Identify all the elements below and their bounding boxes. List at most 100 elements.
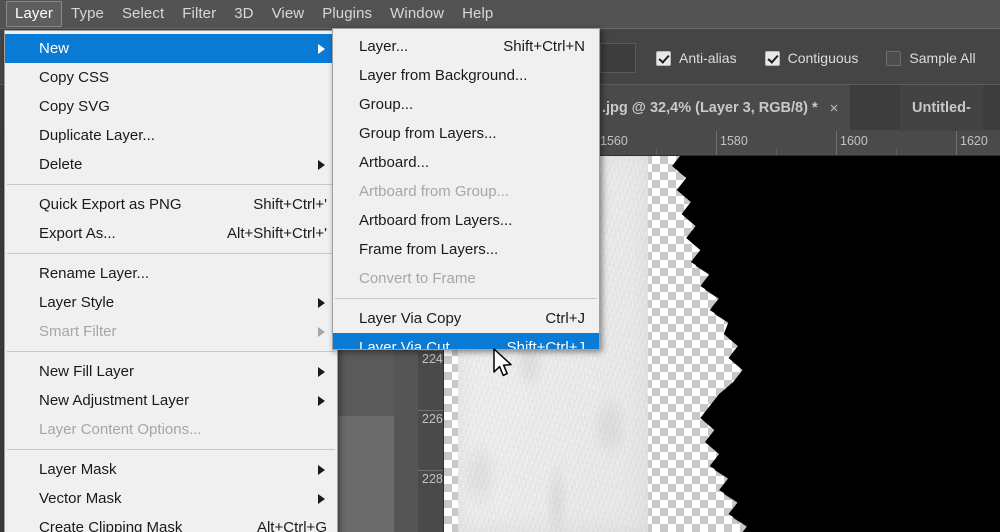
menu-item-artboard-from-layers[interactable]: Artboard from Layers... [333,206,599,235]
menu-item-duplicate-layer[interactable]: Duplicate Layer... [5,121,337,150]
ruler-h-tick-label: 1600 [840,134,868,148]
menu-item-label: Convert to Frame [359,270,476,287]
menu-item-label: Layer... [359,38,409,55]
menu-separator [335,298,597,299]
menu-item-convert-to-frame: Convert to Frame [333,264,599,293]
menu-item-vector-mask[interactable]: Vector Mask [5,484,337,513]
menu-item-label: Layer Via Copy [359,310,462,327]
left-panel-lower [332,416,394,532]
color-swatch[interactable] [600,43,636,73]
menu-item-label: Layer Mask [39,461,117,478]
submenu-arrow-icon [318,366,325,377]
document-tab-active[interactable]: .jpg @ 32,4% (Layer 3, RGB/8) * × [590,85,851,131]
menu-item-shortcut: Alt+Shift+Ctrl+' [227,225,327,242]
menu-item-label: Frame from Layers... [359,241,499,258]
menu-separator [7,253,335,254]
menu-item-label: Layer from Background... [359,67,528,84]
submenu-arrow-icon [318,43,325,54]
menu-item-label: New Fill Layer [39,363,135,380]
menu-item-label: Rename Layer... [39,265,150,282]
checkbox-anti-alias-icon[interactable] [656,50,671,66]
menubar-item-help[interactable]: Help [453,1,502,27]
option-contiguous[interactable]: Contiguous [764,50,858,66]
menu-item-label: Group... [359,96,414,113]
menu-item-label: Vector Mask [39,490,122,507]
menu-item-label: Copy CSS [39,69,110,86]
menu-item-group[interactable]: Group... [333,90,599,119]
menu-item-label: Create Clipping Mask [39,519,183,532]
ruler-h-tick-label: 1580 [720,134,748,148]
layer-menu-dropdown: New Copy CSS Copy SVG Duplicate Layer... Del… [4,30,338,532]
menu-item-label: Artboard from Layers... [359,212,513,229]
menu-item-label: Artboard... [359,154,430,171]
document-tab-untitled[interactable]: Untitled- [900,85,983,131]
menu-item-layer-content-options: Layer Content Options... [5,415,337,444]
menu-item-shortcut: Shift+Ctrl+J [506,339,585,350]
menu-item-layer-from-background[interactable]: Layer from Background... [333,61,599,90]
submenu-arrow-icon [318,326,325,337]
menubar-item-select[interactable]: Select [113,1,173,27]
menu-item-label: Artboard from Group... [359,183,510,200]
menu-separator [7,351,335,352]
menu-bar: Layer Type Select Filter 3D View Plugins… [0,0,1000,28]
menu-item-label: Export As... [39,225,116,242]
menu-item-label: New [39,40,70,57]
menu-item-rename-layer[interactable]: Rename Layer... [5,259,337,288]
menubar-item-plugins[interactable]: Plugins [313,1,381,27]
option-sample-all-label: Sample All [909,50,976,66]
menu-item-layer-via-cut[interactable]: Layer Via Cut Shift+Ctrl+J [333,333,599,350]
menu-item-shortcut: Alt+Ctrl+G [256,519,327,532]
menu-item-frame-from-layers[interactable]: Frame from Layers... [333,235,599,264]
menu-item-label: Quick Export as PNG [39,196,182,213]
ruler-h-tick-label: 1560 [600,134,628,148]
checkbox-contiguous-icon[interactable] [764,50,780,66]
menubar-item-layer[interactable]: Layer [6,1,63,27]
menu-item-new-fill-layer[interactable]: New Fill Layer [5,357,337,386]
menu-item-label: Delete [39,156,83,173]
menubar-item-type[interactable]: Type [62,1,113,27]
menu-item-new-adjustment-layer[interactable]: New Adjustment Layer [5,386,337,415]
checkbox-sample-all-icon[interactable] [886,50,902,66]
menu-item-artboard-from-group: Artboard from Group... [333,177,599,206]
menu-item-layer-style[interactable]: Layer Style [5,288,337,317]
menu-item-shortcut: Shift+Ctrl+N [503,38,585,55]
option-anti-alias[interactable]: Anti-alias [656,50,737,66]
menu-item-new[interactable]: New [5,34,337,63]
menu-item-label: New Adjustment Layer [39,392,190,409]
menu-item-group-from-layers[interactable]: Group from Layers... [333,119,599,148]
menu-item-label: Copy SVG [39,98,110,115]
menu-item-delete[interactable]: Delete [5,150,337,179]
menu-item-quick-export-as-png[interactable]: Quick Export as PNG Shift+Ctrl+' [5,190,337,219]
menubar-item-filter[interactable]: Filter [173,1,225,27]
menubar-item-view[interactable]: View [263,1,314,27]
submenu-arrow-icon [318,464,325,475]
new-submenu-dropdown: Layer... Shift+Ctrl+N Layer from Backgroun… [332,28,600,350]
menu-item-copy-css[interactable]: Copy CSS [5,63,337,92]
menu-item-export-as[interactable]: Export As... Alt+Shift+Ctrl+' [5,219,337,248]
menu-item-create-clipping-mask[interactable]: Create Clipping Mask Alt+Ctrl+G [5,513,337,532]
menu-item-label: Group from Layers... [359,125,497,142]
ruler-v-tick-label: 2240 [422,352,443,366]
menu-item-copy-svg[interactable]: Copy SVG [5,92,337,121]
close-icon[interactable]: × [830,100,839,117]
option-sample-all[interactable]: Sample All [886,50,976,66]
submenu-arrow-icon [318,395,325,406]
left-panel-upper [332,350,394,416]
menu-item-smart-filter: Smart Filter [5,317,337,346]
submenu-arrow-icon [318,159,325,170]
menu-item-label: Layer Content Options... [39,421,202,438]
menu-item-layer-mask[interactable]: Layer Mask [5,455,337,484]
menu-item-label: Duplicate Layer... [39,127,155,144]
ruler-h-tick-label: 1620 [960,134,988,148]
menu-item-layer-via-copy[interactable]: Layer Via Copy Ctrl+J [333,304,599,333]
menu-item-label: Layer Via Cut [359,339,450,350]
document-tab-untitled-label: Untitled- [912,100,971,116]
menu-separator [7,449,335,450]
menu-item-layer[interactable]: Layer... Shift+Ctrl+N [333,32,599,61]
menubar-item-window[interactable]: Window [381,1,453,27]
submenu-arrow-icon [318,493,325,504]
menu-item-artboard[interactable]: Artboard... [333,148,599,177]
left-panel-divider [394,350,418,532]
menu-item-shortcut: Shift+Ctrl+' [253,196,327,213]
menubar-item-3d[interactable]: 3D [225,1,262,27]
